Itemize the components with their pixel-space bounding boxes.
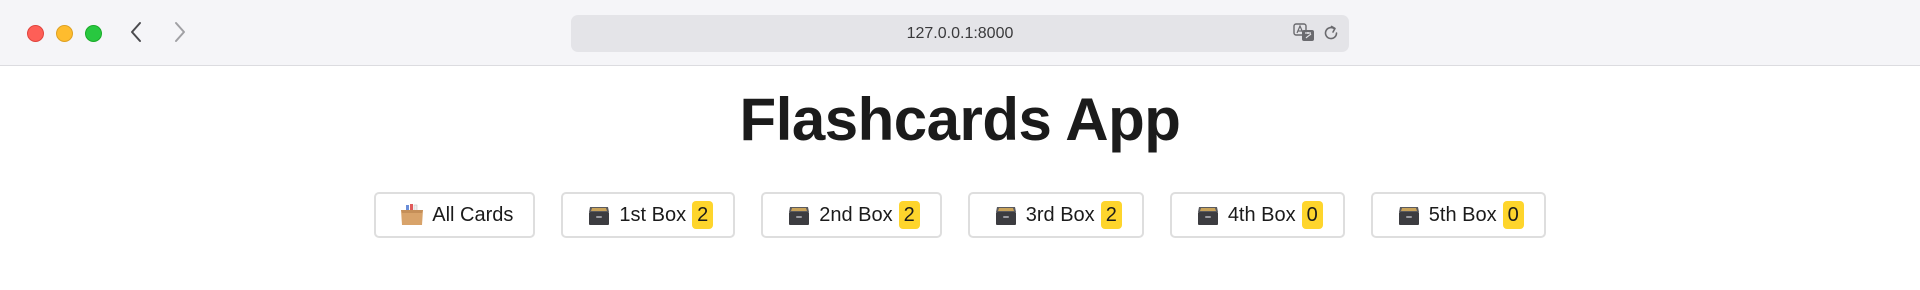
card-count-badge: 2 [898, 201, 920, 229]
zoom-window-button[interactable] [85, 25, 102, 42]
minimize-window-button[interactable] [56, 25, 73, 42]
chevron-right-icon [175, 22, 185, 42]
box-2-button[interactable]: 2nd Box 2 [761, 192, 942, 238]
url-text: 127.0.0.1:8000 [906, 24, 1014, 42]
file-cabinet-icon [1397, 204, 1421, 226]
box-4-button[interactable]: 4th Box 0 [1169, 192, 1345, 238]
address-bar[interactable]: 127.0.0.1:8000 [571, 15, 1349, 52]
page-title: Flashcards App [739, 86, 1181, 153]
main-content: Flashcards App All Cards 1st Box 2 2nd B… [0, 90, 1920, 238]
card-count-badge: 0 [1502, 201, 1524, 229]
file-cabinet-icon [787, 204, 811, 226]
card-count-badge: 2 [1100, 201, 1122, 229]
box-label: 5th Box [1428, 203, 1497, 226]
card-index-icon [400, 204, 424, 226]
box-label: 3rd Box [1025, 203, 1095, 226]
translate-icon[interactable] [1293, 23, 1315, 43]
file-cabinet-icon [587, 204, 611, 226]
back-button[interactable] [122, 18, 150, 46]
browser-toolbar: 127.0.0.1:8000 [0, 0, 1920, 66]
forward-button[interactable] [166, 18, 194, 46]
card-count-badge: 2 [692, 201, 714, 229]
file-cabinet-icon [994, 204, 1018, 226]
box-label: 1st Box [619, 203, 687, 226]
file-cabinet-icon [1196, 204, 1220, 226]
box-3-button[interactable]: 3rd Box 2 [967, 192, 1144, 238]
box-1-button[interactable]: 1st Box 2 [561, 192, 736, 238]
chevron-left-icon [131, 22, 141, 42]
box-filter-bar: All Cards 1st Box 2 2nd Box 2 3rd Box 2 … [0, 192, 1920, 238]
box-label: All Cards [432, 203, 514, 226]
card-count-badge: 0 [1301, 201, 1323, 229]
box-label: 2nd Box [819, 203, 893, 226]
box-5-button[interactable]: 5th Box 0 [1370, 192, 1546, 238]
window-controls [27, 25, 102, 42]
close-window-button[interactable] [27, 25, 44, 42]
reload-icon[interactable] [1322, 24, 1340, 42]
all-cards-button[interactable]: All Cards [374, 192, 536, 238]
box-label: 4th Box [1227, 203, 1296, 226]
